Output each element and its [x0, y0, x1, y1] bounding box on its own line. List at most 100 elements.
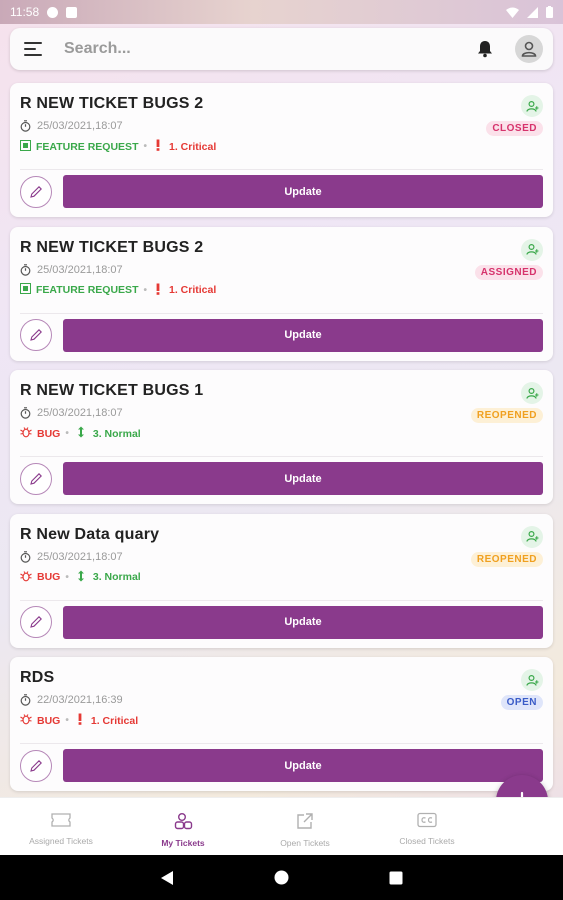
bug-icon [20, 570, 32, 585]
bell-icon[interactable] [475, 39, 495, 59]
card-divider [20, 312, 543, 314]
ticket-title: R NEW TICKET BUGS 1 [20, 382, 204, 399]
back-icon[interactable] [160, 870, 174, 886]
nav-item-closed-tickets[interactable]: Closed Tickets [366, 798, 488, 855]
assign-user-icon[interactable] [521, 95, 543, 117]
bug-icon [20, 713, 32, 728]
wifi-icon [506, 7, 519, 18]
bug-icon [20, 426, 32, 441]
feature-request-icon [20, 139, 31, 154]
ticket-actions: Update [20, 749, 543, 782]
ticket-date-row: 22/03/2021,16:39 [20, 694, 543, 706]
status-badge: OPEN [500, 695, 543, 710]
pencil-icon [30, 472, 42, 485]
ticket-date-row: 25/03/2021,18:07 [20, 264, 543, 276]
ticket-priority: 3. Normal [92, 427, 141, 440]
stopwatch-icon [20, 407, 31, 419]
assign-user-icon[interactable] [521, 382, 543, 404]
ticket-datetime: 25/03/2021,18:07 [37, 407, 123, 419]
update-button[interactable]: Update [63, 462, 543, 495]
nav-item-assigned-tickets[interactable]: Assigned Tickets [0, 798, 122, 855]
assign-user-icon[interactable] [521, 525, 543, 548]
user-icon [521, 41, 537, 57]
ticket-date-row: 25/03/2021,18:07 [20, 120, 543, 132]
ticket-meta-row: BUG • 1. Critical [20, 713, 543, 728]
ticket-priority: 1. Critical [169, 284, 217, 296]
separator-dot: • [65, 571, 69, 583]
ticket-type: FEATURE REQUEST [36, 284, 139, 296]
edit-button[interactable] [20, 606, 52, 638]
nav-label: My Tickets [161, 838, 205, 848]
stopwatch-icon [20, 694, 31, 706]
ticket-type: BUG [37, 714, 61, 727]
ticket-actions: Update [20, 462, 543, 495]
ticket-datetime: 25/03/2021,18:07 [37, 263, 123, 276]
edit-button[interactable] [20, 175, 52, 208]
ticket-list: R NEW TICKET BUGS 2 25/03/2021,18:07 CLOSE… [10, 83, 553, 801]
ticket-meta-row: FEATURE REQUEST • 1. Critical [20, 283, 543, 298]
card-divider [20, 169, 543, 170]
edit-button[interactable] [20, 319, 52, 351]
external-link-icon [296, 812, 314, 835]
update-button[interactable]: Update [63, 605, 543, 639]
status-badge: REOPENED [470, 408, 543, 423]
status-badge: ASSIGNED [474, 264, 543, 280]
ticket-card[interactable]: R NEW TICKET BUGS 2 25/03/2021,18:07 CLOSE… [10, 83, 553, 217]
pencil-icon [30, 185, 42, 198]
signal-icon [527, 6, 538, 18]
status-badge: CLOSED [486, 121, 543, 136]
ticket-card[interactable]: R NEW TICKET BUGS 2 25/03/2021,18:07 ASSIG… [10, 226, 553, 361]
ticket-datetime: 25/03/2021,18:07 [37, 120, 123, 132]
nav-label: Assigned Tickets [29, 836, 93, 846]
pencil-icon [30, 329, 42, 341]
ticket-card[interactable]: R NEW TICKET BUGS 1 25/03/2021,18:07 REOPE… [10, 370, 553, 504]
search-bar [10, 28, 553, 70]
update-button[interactable]: Update [63, 175, 543, 208]
ticket-actions: Update [20, 175, 543, 208]
edit-button[interactable] [20, 749, 52, 782]
ticket-card[interactable]: R New Data quary 25/03/2021,18:07 REOPENED… [10, 513, 553, 648]
update-button[interactable]: Update [63, 318, 543, 352]
app-notification-icon [47, 6, 59, 18]
card-divider [20, 599, 543, 601]
ticket-type: FEATURE REQUEST [36, 140, 139, 153]
ticket-actions: Update [20, 605, 543, 639]
separator-dot: • [65, 715, 69, 726]
nav-item-my-tickets[interactable]: My Tickets [122, 798, 244, 855]
home-icon[interactable] [274, 870, 289, 885]
stopwatch-icon [20, 263, 31, 276]
menu-icon[interactable] [24, 42, 42, 56]
ticket-icon [51, 812, 71, 833]
ticket-title: R NEW TICKET BUGS 2 [20, 238, 204, 256]
search-input[interactable] [64, 40, 444, 58]
edit-button[interactable] [20, 462, 52, 495]
ticket-datetime: 22/03/2021,16:39 [37, 694, 123, 706]
ticket-priority: 1. Critical [90, 714, 139, 727]
nav-label: Closed Tickets [399, 836, 455, 846]
avatar[interactable] [515, 35, 543, 63]
nav-item-open-tickets[interactable]: Open Tickets [244, 798, 366, 855]
separator-dot: • [143, 284, 147, 296]
status-time: 11:58 [10, 5, 40, 19]
up-down-arrow-icon [77, 570, 85, 585]
closed-caption-icon [417, 812, 437, 833]
card-divider [20, 743, 543, 744]
stopwatch-icon [20, 550, 31, 563]
assign-user-icon[interactable] [521, 669, 543, 691]
update-button[interactable]: Update [63, 749, 543, 782]
pencil-icon [30, 616, 42, 628]
card-divider [20, 456, 543, 457]
ticket-title: R NEW TICKET BUGS 2 [20, 95, 204, 112]
assign-user-icon[interactable] [521, 238, 543, 261]
bottom-nav: Assigned Tickets My Tickets Open Tickets Cl… [0, 797, 563, 855]
ticket-priority: 3. Normal [92, 571, 141, 583]
ticket-type: BUG [37, 571, 61, 583]
exclamation-icon [155, 283, 161, 298]
exclamation-icon [77, 713, 83, 728]
exclamation-icon [155, 139, 161, 154]
ticket-card[interactable]: RDS 22/03/2021,16:39 OPEN BUG • 1. Critical Up… [10, 657, 553, 791]
recents-icon[interactable] [389, 871, 403, 885]
users-icon [173, 812, 193, 835]
ticket-type: BUG [37, 427, 61, 440]
ticket-meta-row: BUG • 3. Normal [20, 426, 543, 441]
